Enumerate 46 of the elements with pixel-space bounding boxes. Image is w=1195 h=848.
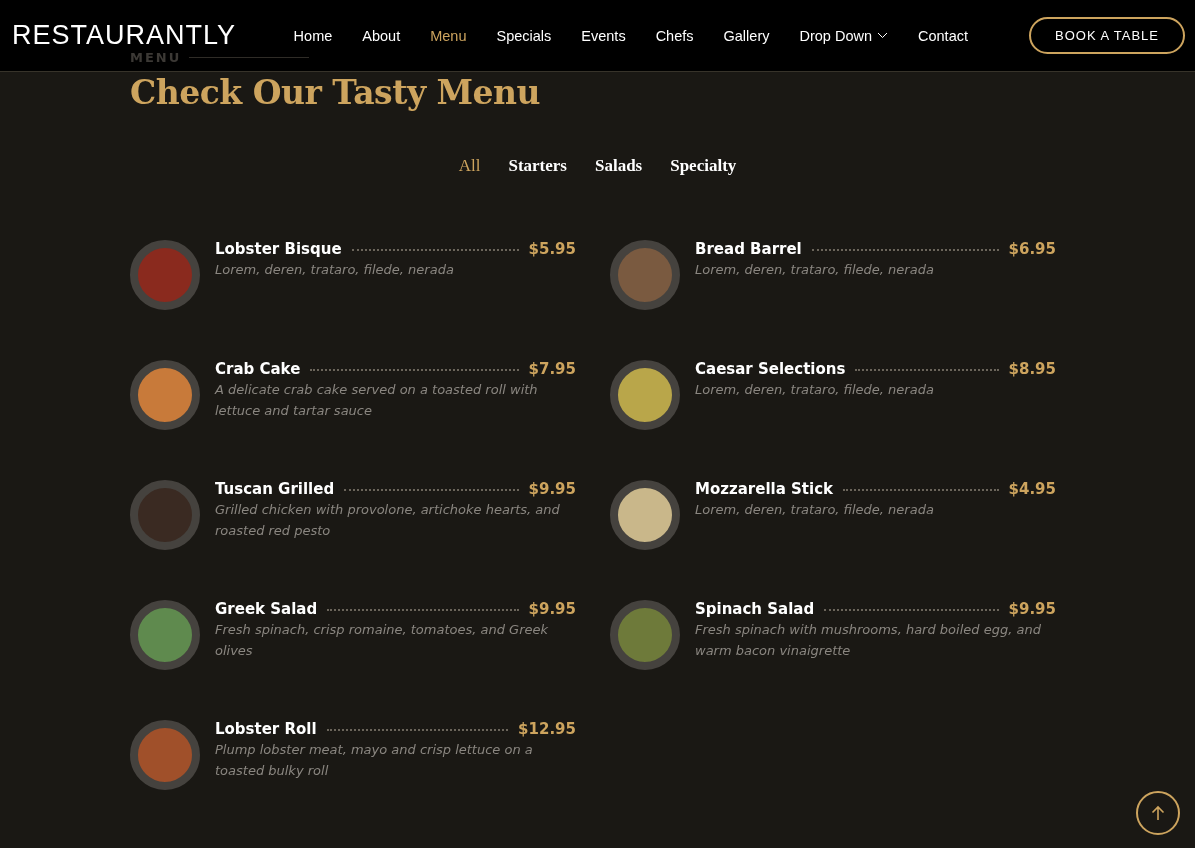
dish-price: $4.95 xyxy=(1008,480,1056,498)
dish-name: Tuscan Grilled xyxy=(215,480,335,498)
dish-price: $5.95 xyxy=(528,240,576,258)
dish-price: $9.95 xyxy=(528,480,576,498)
dish-description: Lorem, deren, trataro, filede, nerada xyxy=(695,261,935,279)
nav-link[interactable]: Specials xyxy=(481,27,567,44)
dish-description: Fresh spinach with mushrooms, hard boiled egg, and warm bacon vinaigrette xyxy=(695,621,1042,660)
section-title: Check Our Tasty Menu xyxy=(130,73,542,112)
dish-name: Crab Cake xyxy=(215,360,301,378)
filter-tab[interactable]: All xyxy=(458,156,481,176)
dish-name: Caesar Selections xyxy=(695,360,846,378)
dish-name: Lobster Bisque xyxy=(215,240,342,258)
filter-tab[interactable]: Starters xyxy=(508,156,567,176)
dish-description: Grilled chicken with provolone, artichoke hearts, and roasted red pesto xyxy=(215,501,561,540)
filter-tab[interactable]: Specialty xyxy=(670,156,737,176)
nav-link[interactable]: Chefs xyxy=(640,27,709,44)
dish-name: Greek Salad xyxy=(215,600,318,618)
dish-name: Bread Barrel xyxy=(695,240,802,258)
dish-description: Lorem, deren, trataro, filede, nerada xyxy=(215,261,455,279)
nav-link[interactable]: Contact xyxy=(903,27,983,44)
dish-price: $8.95 xyxy=(1008,360,1056,378)
dish-name: Lobster Roll xyxy=(215,720,317,738)
back-to-top-button[interactable] xyxy=(1136,791,1180,835)
nav-link[interactable]: Events xyxy=(566,27,641,44)
dish-description: Plump lobster meat, mayo and crisp lettuce on a toasted bulky roll xyxy=(215,741,534,780)
book-table-button[interactable]: BOOK A TABLE xyxy=(1029,17,1185,54)
nav-link[interactable]: Home xyxy=(278,27,348,44)
section-label: MENU xyxy=(130,50,182,65)
nav-link[interactable]: About xyxy=(347,27,416,44)
dish-description: A delicate crab cake served on a toasted roll with lettuce and tartar sauce xyxy=(215,381,539,420)
nav-link[interactable]: Gallery xyxy=(708,27,785,44)
logo[interactable]: RESTAURANTLY xyxy=(12,20,237,51)
dish-description: Lorem, deren, trataro, filede, nerada xyxy=(695,381,935,399)
dish-description: Fresh spinach, crisp romaine, tomatoes, and Greek olives xyxy=(215,621,550,660)
dish-price: $12.95 xyxy=(518,720,576,738)
dish-price: $7.95 xyxy=(528,360,576,378)
dish-name: Spinach Salad xyxy=(695,600,815,618)
arrow-up-icon xyxy=(1151,805,1165,821)
dish-price: $6.95 xyxy=(1008,240,1056,258)
nav-link[interactable]: Menu xyxy=(415,27,482,44)
nav-link[interactable]: Drop Down xyxy=(784,27,903,44)
dish-name: Mozzarella Stick xyxy=(695,480,833,498)
dish-description: Lorem, deren, trataro, filede, nerada xyxy=(695,501,935,519)
dish-price: $9.95 xyxy=(528,600,576,618)
filter-tab[interactable]: Salads xyxy=(594,156,643,176)
dish-price: $9.95 xyxy=(1008,600,1056,618)
